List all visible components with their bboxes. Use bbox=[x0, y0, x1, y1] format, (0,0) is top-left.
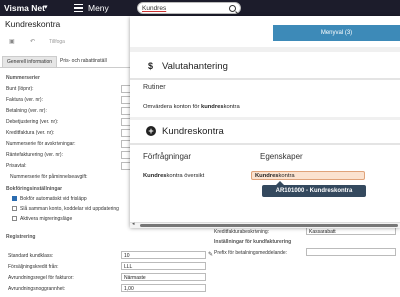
kreditfaktura-field[interactable]: Kassarabatt bbox=[306, 227, 396, 235]
kundreskontra-title[interactable]: Kundreskontra bbox=[162, 126, 224, 137]
field-label: Försäljningskredit från: bbox=[8, 264, 59, 270]
brand-name[interactable]: Visma Net bbox=[4, 3, 45, 13]
search-value[interactable]: Kundres bbox=[142, 5, 166, 12]
checkbox[interactable] bbox=[12, 196, 17, 201]
checkbox-label: Slå samman konto, koddelar vid uppdateri… bbox=[20, 206, 119, 212]
checkbox-label: Bokför automatiskt vid frisläpp bbox=[20, 196, 87, 202]
menuval-button[interactable]: Menyval (3) bbox=[273, 25, 400, 41]
divider bbox=[130, 143, 400, 145]
undo-icon[interactable]: ↶ bbox=[30, 38, 35, 45]
tab-general[interactable]: Generell information bbox=[2, 56, 58, 67]
tab-bar: Generell information Pris- och rabattins… bbox=[0, 56, 130, 68]
scrollbar-thumb[interactable] bbox=[140, 224, 398, 227]
checkbox[interactable] bbox=[12, 206, 17, 211]
field-label: Kreditfaktura (ver. nr): bbox=[6, 130, 55, 136]
right-field-label: Kreditfakturabeskrivning: bbox=[214, 229, 270, 235]
divider bbox=[130, 78, 400, 80]
save-icon[interactable]: ▣ bbox=[9, 38, 15, 45]
section-bokforing: Bokföringsinställningar bbox=[6, 186, 63, 192]
field-label: Bunt (löpnr): bbox=[6, 86, 34, 92]
checkbox[interactable] bbox=[12, 216, 17, 221]
field-label: Räntefakturering (ver. nr): bbox=[6, 152, 63, 158]
scroll-left-icon[interactable]: ◂ bbox=[132, 221, 135, 227]
field-label: Avrundningsregel för fakturor: bbox=[8, 275, 74, 281]
kundreskontra-oversikt-link[interactable]: Kundreskontra översikt bbox=[143, 173, 204, 179]
egenskaper-heading: Egenskaper bbox=[260, 152, 303, 161]
right-field-label: Prefix för betalningsmeddelande: bbox=[214, 250, 288, 256]
right-section-label: Inställningar för kundfakturering bbox=[214, 239, 292, 245]
field-label: Standard kundklass: bbox=[8, 253, 54, 259]
checkbox-label: Aktivera migreringsläge bbox=[20, 216, 73, 222]
field-label: Prisavtal: bbox=[6, 163, 27, 169]
tooltip: AR101000 - Kundreskontra bbox=[262, 181, 366, 197]
chevron-down-icon[interactable]: ▾ bbox=[44, 3, 48, 11]
page-title: Kundreskontra bbox=[5, 19, 61, 29]
menu-label[interactable]: Meny bbox=[88, 3, 109, 13]
field-label: Nummerserie för avskrivningar: bbox=[6, 141, 76, 147]
field-label: Nummerserie för påminnelseavgift: bbox=[10, 174, 88, 180]
avrundningsregel-field[interactable]: Närmaste bbox=[121, 273, 206, 281]
divider bbox=[130, 47, 400, 52]
forfragningar-heading: Förfrågningar bbox=[143, 152, 192, 161]
field-label: Avrundningsnoggrannhet: bbox=[8, 286, 66, 292]
top-bar: Visma Net ▾ Meny Kundres bbox=[0, 0, 400, 16]
plus-icon[interactable]: + bbox=[146, 126, 156, 136]
valutahantering-title[interactable]: Valutahantering bbox=[162, 61, 228, 72]
omvardera-konton-link[interactable]: Omvärdera konton för kundreskontra bbox=[143, 104, 240, 110]
field-label: Betalning (ver. nr): bbox=[6, 108, 47, 114]
field-label: Faktura (ver. nr): bbox=[6, 97, 43, 103]
section-numberserier: Nummerserier bbox=[6, 75, 40, 81]
search-icon[interactable] bbox=[229, 5, 236, 12]
divider bbox=[130, 117, 400, 120]
toolbar-attach-label[interactable]: Tillfoga bbox=[49, 39, 65, 45]
hamburger-icon[interactable] bbox=[74, 4, 83, 12]
field-label: Debetjustering (ver. nr): bbox=[6, 119, 59, 125]
kundreskontra-egenskaper-link[interactable]: Kundreskontra bbox=[251, 171, 365, 180]
dollar-icon: $ bbox=[148, 61, 154, 71]
tab-price-discount[interactable]: Pris- och rabattinställ bbox=[60, 58, 107, 64]
search-input[interactable]: Kundres bbox=[137, 2, 241, 14]
prefix-field[interactable] bbox=[306, 248, 396, 256]
standard-kundklass-field[interactable]: 10 bbox=[121, 251, 206, 259]
pencil-icon[interactable]: ✎ bbox=[208, 251, 213, 258]
avrundningsnoggrannhet-field[interactable]: 1,00 bbox=[121, 284, 206, 292]
rutiner-heading: Rutiner bbox=[143, 84, 166, 91]
forsaljningskredit-field[interactable]: LLL bbox=[121, 262, 206, 270]
section-registrering: Registrering bbox=[6, 234, 36, 240]
